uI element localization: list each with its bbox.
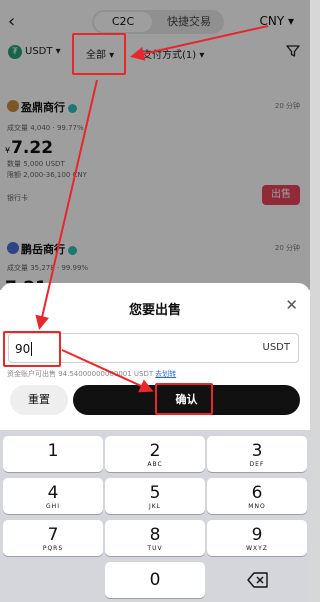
key-9[interactable]: 9 WXYZ xyxy=(207,520,307,556)
sheet-title: 您要出售 xyxy=(128,303,181,318)
keypad-blank xyxy=(3,562,103,598)
key-3[interactable]: 3 DEF xyxy=(207,436,307,472)
unit-label: USDT xyxy=(262,342,290,353)
highlight-confirm xyxy=(155,383,213,415)
highlight-amount-input xyxy=(3,331,61,367)
transfer-link[interactable]: 去划转 xyxy=(155,370,176,378)
key-8[interactable]: 8 TUV xyxy=(105,520,205,556)
key-6[interactable]: 6 MNO xyxy=(207,478,307,514)
key-7[interactable]: 7 PQRS xyxy=(3,520,103,556)
close-icon[interactable]: ✕ xyxy=(285,296,298,314)
key-0[interactable]: 0 xyxy=(105,562,205,598)
highlight-amount-filter xyxy=(72,33,126,75)
reset-button[interactable]: 重置 xyxy=(10,385,68,415)
key-2[interactable]: 2 ABC xyxy=(105,436,205,472)
key-4[interactable]: 4 GHI xyxy=(3,478,103,514)
overlay-dim xyxy=(0,0,310,290)
key-5[interactable]: 5 JKL xyxy=(105,478,205,514)
available-balance: 资金账户可出售 94.54000000000001 USDT 去划转 xyxy=(7,370,177,378)
key-1[interactable]: 1 xyxy=(3,436,103,472)
numeric-keypad: 1 2 ABC 3 DEF 4 GHI 5 JKL 6 MNO 7 PQRS 8 TUV 9W… xyxy=(0,430,310,602)
backspace-icon[interactable] xyxy=(207,562,307,598)
